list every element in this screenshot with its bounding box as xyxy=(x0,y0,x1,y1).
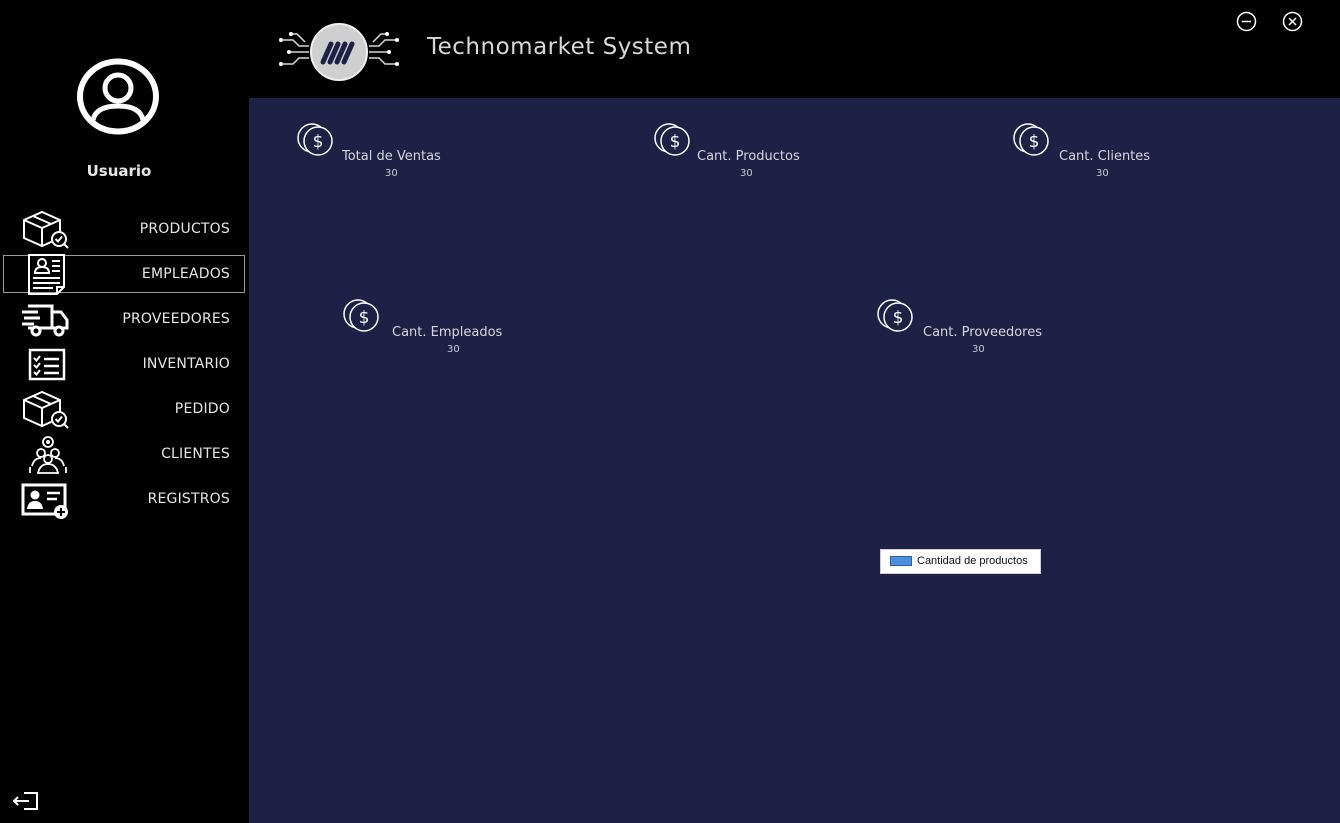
app-title: Technomarket System xyxy=(427,34,692,60)
legend-label: Cantidad de productos xyxy=(917,555,1028,567)
stat-value: 30 xyxy=(447,344,460,355)
nav-item-clientes[interactable]: CLIENTES xyxy=(3,435,245,474)
nav-label-pedido: PEDIDO xyxy=(174,401,230,417)
username-label: Usuario xyxy=(86,162,152,180)
nav-label-productos: PRODUCTOS xyxy=(139,221,230,237)
stat-title: Total de Ventas xyxy=(342,149,441,164)
delivery-truck-icon xyxy=(22,304,69,337)
stat-title: Cant. Productos xyxy=(697,149,800,164)
coins-dollar-icon: $ xyxy=(1013,123,1049,156)
stat-title: Cant. Empleados xyxy=(392,325,503,340)
coins-dollar-icon: $ xyxy=(877,299,913,332)
add-user-card-icon xyxy=(21,483,68,519)
right-edge xyxy=(1336,98,1340,823)
customers-group-icon xyxy=(29,436,67,474)
header-bar xyxy=(249,0,1340,98)
nav-label-proveedores: PROVEEDORES xyxy=(122,311,230,327)
nav-label-registros: REGISTROS xyxy=(147,491,230,507)
coins-dollar-icon: $ xyxy=(343,299,379,332)
svg-text:$: $ xyxy=(1029,132,1040,152)
box-search-icon xyxy=(23,210,69,249)
close-icon[interactable] xyxy=(1282,11,1303,32)
minimize-icon[interactable] xyxy=(1236,11,1257,32)
sidebar: Usuario PRODUCTOS EMPLEADOS PROVEEDORES xyxy=(0,0,249,823)
svg-text:$: $ xyxy=(313,132,324,152)
logout-icon[interactable] xyxy=(12,790,40,812)
legend-swatch xyxy=(890,556,912,566)
nav-item-pedido[interactable]: PEDIDO xyxy=(3,390,245,429)
svg-text:$: $ xyxy=(670,132,681,152)
stat-title: Cant. Proveedores xyxy=(923,325,1042,340)
nav-item-productos[interactable]: PRODUCTOS xyxy=(3,210,245,249)
nav-item-registros[interactable]: REGISTROS xyxy=(3,480,245,519)
box-search-icon xyxy=(23,390,69,429)
nav-item-inventario[interactable]: INVENTARIO xyxy=(3,345,245,383)
nav-item-empleados[interactable]: EMPLEADOS xyxy=(3,254,245,295)
nav-label-clientes: CLIENTES xyxy=(161,446,230,462)
dashboard-panel xyxy=(249,98,1340,823)
checklist-icon xyxy=(28,348,66,381)
nav-label-inventario: INVENTARIO xyxy=(142,356,230,372)
stat-value: 30 xyxy=(1096,168,1109,179)
svg-text:$: $ xyxy=(359,308,370,328)
app-logo-icon xyxy=(279,23,399,81)
stat-value: 30 xyxy=(972,344,985,355)
svg-text:$: $ xyxy=(893,308,904,328)
nav-label-empleados: EMPLEADOS xyxy=(141,266,230,282)
nav-item-proveedores[interactable]: PROVEEDORES xyxy=(3,300,245,338)
stat-title: Cant. Clientes xyxy=(1059,149,1151,164)
stat-value: 30 xyxy=(385,168,398,179)
user-avatar-icon xyxy=(77,58,159,135)
chart-legend: Cantidad de productos xyxy=(880,549,1041,574)
stat-value: 30 xyxy=(740,168,753,179)
coins-dollar-icon: $ xyxy=(654,123,690,156)
employee-document-icon xyxy=(28,254,65,295)
coins-dollar-icon: $ xyxy=(297,123,333,156)
